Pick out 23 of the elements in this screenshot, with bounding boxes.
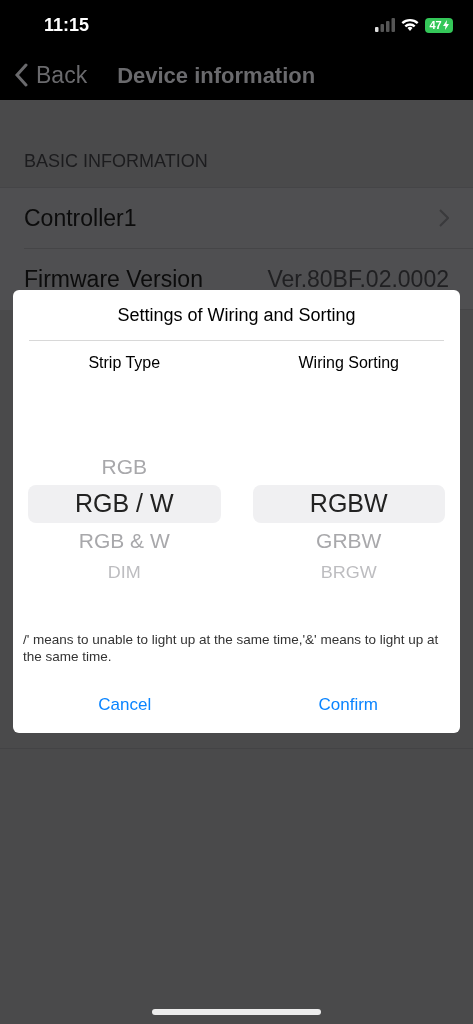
picker-item[interactable]: RGBW (252, 485, 445, 523)
page-title: Device information (117, 61, 316, 90)
row-label: Controller1 (24, 203, 137, 233)
picker-item[interactable]: RGB & W (28, 523, 221, 559)
picker-item[interactable]: DIM (28, 560, 221, 586)
dialog-title: Settings of Wiring and Sorting (29, 290, 444, 341)
battery-indicator: 47 (425, 17, 453, 33)
picker-item[interactable]: GRBW (252, 523, 445, 559)
dialog-note: /' means to unable to light up at the same time,'&' means to light up at the same time. (22, 631, 440, 665)
dialog-button[interactable]: Cancel (13, 679, 237, 731)
back-button[interactable]: Back (14, 57, 88, 93)
wifi-icon (401, 18, 419, 32)
picker-item[interactable]: BRGW (252, 560, 445, 586)
column-header: Strip Type (87, 353, 162, 373)
picker-item[interactable]: RGB / W (28, 485, 221, 523)
dialog-button[interactable]: Confirm (236, 679, 460, 731)
info-row[interactable]: Controller1 (24, 188, 473, 249)
signal-icon (375, 18, 395, 32)
column-header: Wiring Sorting (297, 353, 400, 373)
picker-item[interactable]: RGB (28, 449, 221, 485)
bolt-icon (442, 20, 449, 30)
status-time: 11:15 (44, 13, 90, 37)
chevron-left-icon (14, 63, 28, 87)
